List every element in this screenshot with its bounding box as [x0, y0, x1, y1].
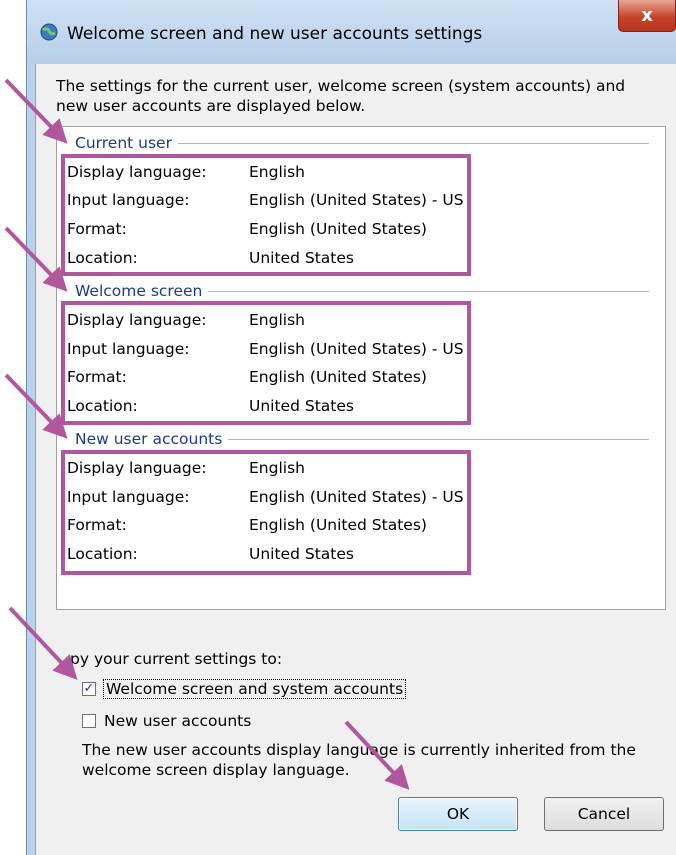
welcome-screen-checkbox-row[interactable]: ✓ Welcome screen and system accounts [82, 678, 407, 700]
new-user-accounts-checkbox[interactable] [82, 714, 96, 728]
row-value: United States [249, 249, 354, 267]
inheritance-note: The new user accounts display language i… [82, 741, 636, 779]
new-user-accounts-checkbox-label[interactable]: New user accounts [104, 712, 251, 730]
dialog-content: The settings for the current user, welco… [35, 64, 676, 855]
group-header-new-user-accounts: New user accounts [75, 429, 649, 449]
intro-text: The settings for the current user, welco… [56, 77, 626, 115]
copy-settings-label: py your current settings to: [70, 650, 283, 668]
dialog-window: Welcome screen and new user accounts set… [26, 0, 676, 855]
group-divider [228, 438, 649, 440]
row-key: Location: [67, 545, 138, 563]
row-value: United States [249, 397, 354, 415]
cancel-button-label: Cancel [577, 805, 631, 823]
group-title: Welcome screen [75, 282, 203, 300]
row-key: Format: [67, 368, 127, 386]
group-divider [177, 142, 649, 144]
new-user-accounts-checkbox-row[interactable]: New user accounts [82, 710, 251, 732]
row-value: English (United States) [249, 220, 427, 238]
row-key: Location: [67, 397, 138, 415]
row-value: United States [249, 545, 354, 563]
row-value: English [249, 459, 305, 477]
row-key: Display language: [67, 163, 207, 181]
row-key: Display language: [67, 459, 207, 477]
row-value: English [249, 311, 305, 329]
window-title: Welcome screen and new user accounts set… [67, 24, 483, 44]
row-value: English (United States) - US [249, 191, 464, 209]
cancel-button[interactable]: Cancel [544, 797, 664, 831]
welcome-screen-checkbox[interactable]: ✓ [82, 682, 96, 696]
row-key: Location: [67, 249, 138, 267]
welcome-screen-checkbox-label[interactable]: Welcome screen and system accounts [102, 679, 407, 699]
row-value: English (United States) [249, 368, 427, 386]
row-value: English [249, 163, 305, 181]
row-key: Format: [67, 516, 127, 534]
row-key: Input language: [67, 191, 190, 209]
row-value: English (United States) - US [249, 488, 464, 506]
title-bar[interactable]: Welcome screen and new user accounts set… [27, 0, 676, 64]
globe-icon [40, 23, 58, 41]
ok-button-label: OK [446, 805, 470, 823]
group-title: New user accounts [75, 430, 223, 448]
row-key: Input language: [67, 340, 190, 358]
row-key: Display language: [67, 311, 207, 329]
group-header-welcome-screen: Welcome screen [75, 281, 649, 301]
settings-list[interactable]: Current user Display language: English In… [56, 126, 666, 610]
close-button[interactable]: x [618, 0, 676, 32]
group-title: Current user [75, 134, 172, 152]
row-value: English (United States) - US [249, 340, 464, 358]
row-key: Format: [67, 220, 127, 238]
row-key: Input language: [67, 488, 190, 506]
group-header-current-user: Current user [75, 133, 649, 153]
close-icon: x [641, 5, 653, 26]
row-value: English (United States) [249, 516, 427, 534]
ok-button[interactable]: OK [398, 797, 518, 831]
group-divider [208, 290, 649, 292]
